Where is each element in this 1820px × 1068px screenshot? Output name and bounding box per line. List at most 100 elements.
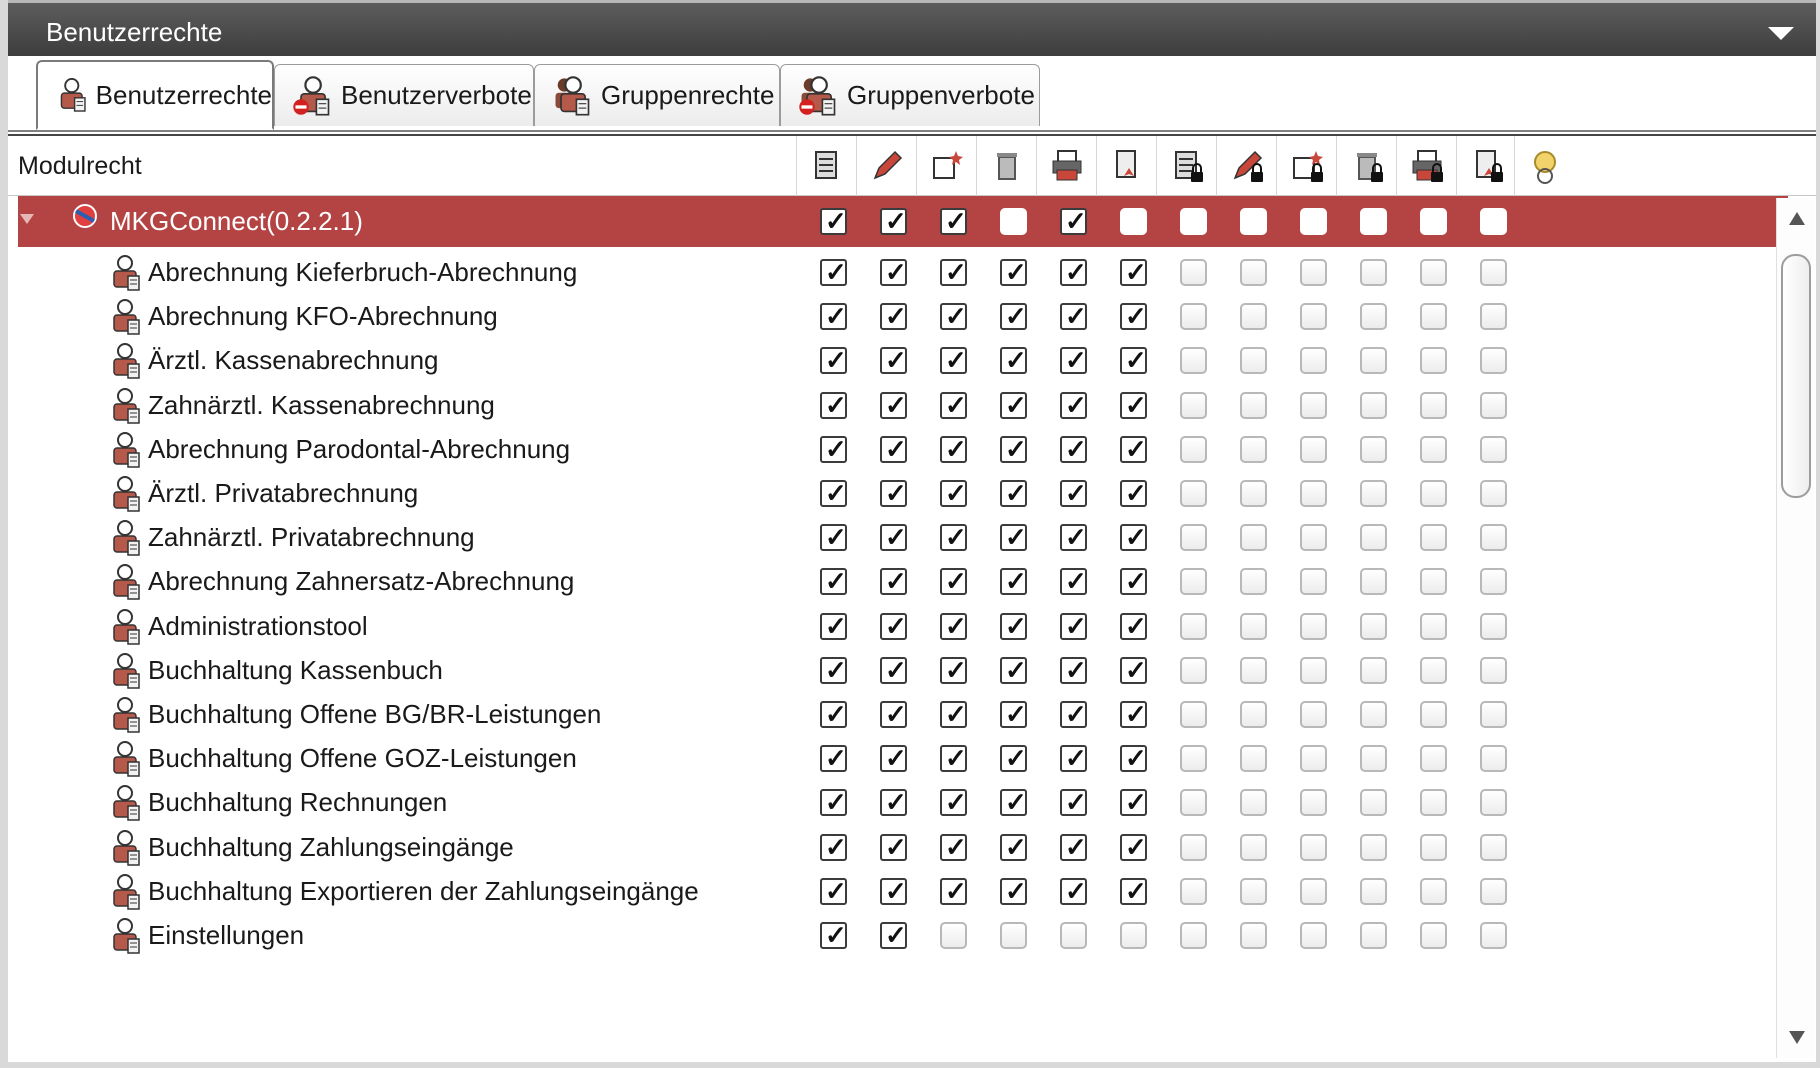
- permission-checkbox[interactable]: [1360, 877, 1387, 905]
- permission-checkbox[interactable]: [1420, 303, 1447, 331]
- permission-checkbox[interactable]: [1000, 832, 1027, 863]
- permission-checkbox[interactable]: [1300, 435, 1327, 463]
- permission-checkbox[interactable]: [1120, 611, 1147, 642]
- permission-checkbox[interactable]: [1120, 922, 1147, 949]
- column-header-delete-locked[interactable]: [1336, 136, 1396, 196]
- permission-checkbox[interactable]: [1000, 611, 1027, 642]
- column-header-print-locked[interactable]: [1396, 136, 1456, 196]
- permission-checkbox[interactable]: [1360, 524, 1387, 552]
- permission-checkbox[interactable]: [1360, 656, 1387, 684]
- permission-checkbox[interactable]: [1120, 478, 1147, 509]
- permission-checkbox[interactable]: [1120, 832, 1147, 863]
- permission-checkbox[interactable]: [1060, 345, 1087, 376]
- permission-checkbox[interactable]: [1120, 208, 1147, 235]
- permission-checkbox[interactable]: [1480, 208, 1507, 235]
- permission-checkbox[interactable]: [940, 922, 967, 949]
- permission-checkbox[interactable]: [1480, 259, 1507, 286]
- permission-checkbox[interactable]: [1360, 612, 1387, 640]
- permission-checkbox[interactable]: [1180, 922, 1207, 949]
- tab-gruppenrechte[interactable]: Gruppenrechte: [534, 64, 780, 126]
- expand-triangle-icon[interactable]: [20, 214, 34, 224]
- column-header-list-locked[interactable]: [1156, 136, 1216, 196]
- permission-checkbox[interactable]: [1480, 303, 1507, 331]
- permission-checkbox[interactable]: [1180, 701, 1207, 728]
- permission-checkbox[interactable]: [1000, 522, 1027, 553]
- permission-checkbox[interactable]: [1300, 303, 1327, 331]
- permission-checkbox[interactable]: [1060, 832, 1087, 863]
- permission-checkbox[interactable]: [1420, 480, 1447, 507]
- permission-checkbox[interactable]: [1180, 303, 1207, 331]
- permission-checkbox[interactable]: [1000, 301, 1027, 332]
- permission-checkbox[interactable]: [1420, 877, 1447, 905]
- permission-checkbox[interactable]: [1420, 524, 1447, 552]
- permission-checkbox[interactable]: [820, 566, 847, 597]
- permission-checkbox[interactable]: [1420, 656, 1447, 684]
- permission-checkbox[interactable]: [820, 345, 847, 376]
- permission-checkbox[interactable]: [1240, 347, 1267, 375]
- permission-checkbox[interactable]: [820, 390, 847, 421]
- permission-checkbox[interactable]: [1060, 206, 1087, 237]
- permission-checkbox[interactable]: [1300, 391, 1327, 419]
- permission-checkbox[interactable]: [1060, 699, 1087, 730]
- permission-checkbox[interactable]: [880, 832, 907, 863]
- permission-checkbox[interactable]: [1060, 390, 1087, 421]
- permission-checkbox[interactable]: [1480, 391, 1507, 419]
- permission-checkbox[interactable]: [1240, 612, 1267, 640]
- permission-checkbox[interactable]: [1300, 480, 1327, 507]
- permission-checkbox[interactable]: [1480, 833, 1507, 861]
- permission-checkbox[interactable]: [1180, 612, 1207, 640]
- permission-checkbox[interactable]: [1300, 789, 1327, 817]
- column-header-export[interactable]: [1096, 136, 1156, 196]
- permission-checkbox[interactable]: [820, 257, 847, 288]
- permission-checkbox[interactable]: [940, 206, 967, 237]
- permission-checkbox[interactable]: [1060, 922, 1087, 949]
- permission-checkbox[interactable]: [880, 655, 907, 686]
- scroll-up-icon[interactable]: [1789, 212, 1805, 225]
- permission-checkbox[interactable]: [1240, 480, 1267, 507]
- permission-checkbox[interactable]: [1480, 568, 1507, 596]
- permission-checkbox[interactable]: [940, 345, 967, 376]
- permission-checkbox[interactable]: [1120, 390, 1147, 421]
- permission-checkbox[interactable]: [880, 301, 907, 332]
- vertical-scrollbar[interactable]: [1776, 198, 1814, 1058]
- permission-checkbox[interactable]: [1480, 877, 1507, 905]
- permission-checkbox[interactable]: [1240, 208, 1267, 235]
- permission-checkbox[interactable]: [1420, 922, 1447, 949]
- permission-checkbox[interactable]: [1300, 745, 1327, 773]
- permission-checkbox[interactable]: [1480, 480, 1507, 507]
- permission-checkbox[interactable]: [1180, 568, 1207, 596]
- permission-checkbox[interactable]: [1360, 480, 1387, 507]
- permission-checkbox[interactable]: [880, 611, 907, 642]
- permission-checkbox[interactable]: [940, 876, 967, 907]
- permission-checkbox[interactable]: [1480, 789, 1507, 817]
- permission-checkbox[interactable]: [1360, 303, 1387, 331]
- permission-checkbox[interactable]: [940, 390, 967, 421]
- permission-checkbox[interactable]: [1240, 789, 1267, 817]
- permission-checkbox[interactable]: [880, 787, 907, 818]
- scroll-down-icon[interactable]: [1789, 1031, 1805, 1044]
- permission-checkbox[interactable]: [1240, 303, 1267, 331]
- permission-checkbox[interactable]: [1420, 833, 1447, 861]
- permission-checkbox[interactable]: [1180, 347, 1207, 375]
- permission-checkbox[interactable]: [820, 743, 847, 774]
- permission-checkbox[interactable]: [1300, 524, 1327, 552]
- permission-checkbox[interactable]: [1360, 347, 1387, 375]
- permission-checkbox[interactable]: [1000, 208, 1027, 235]
- permission-checkbox[interactable]: [1360, 208, 1387, 235]
- permission-checkbox[interactable]: [1060, 301, 1087, 332]
- permission-checkbox[interactable]: [1060, 611, 1087, 642]
- permission-checkbox[interactable]: [1240, 833, 1267, 861]
- permission-checkbox[interactable]: [1120, 301, 1147, 332]
- permission-checkbox[interactable]: [1000, 922, 1027, 949]
- column-header-edit-locked[interactable]: [1216, 136, 1276, 196]
- permission-checkbox[interactable]: [820, 434, 847, 465]
- permission-checkbox[interactable]: [1240, 568, 1267, 596]
- permission-checkbox[interactable]: [1000, 743, 1027, 774]
- permission-checkbox[interactable]: [1420, 259, 1447, 286]
- permission-checkbox[interactable]: [1000, 787, 1027, 818]
- permission-checkbox[interactable]: [820, 787, 847, 818]
- permission-checkbox[interactable]: [1240, 701, 1267, 728]
- permission-checkbox[interactable]: [820, 655, 847, 686]
- permission-checkbox[interactable]: [1360, 701, 1387, 728]
- permission-checkbox[interactable]: [1180, 480, 1207, 507]
